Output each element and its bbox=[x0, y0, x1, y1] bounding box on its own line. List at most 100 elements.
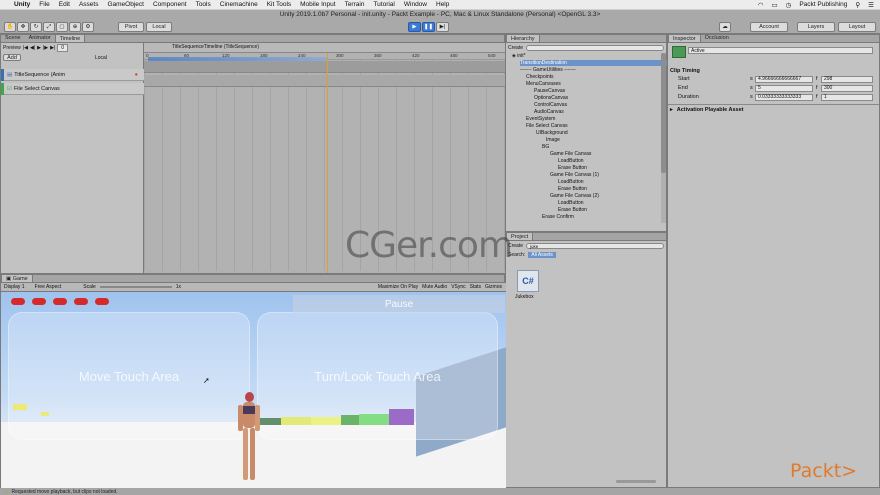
tab-game[interactable]: ▣ Game bbox=[1, 274, 33, 282]
activation-checkbox-icon[interactable]: ☑ bbox=[7, 86, 12, 92]
expand-arrow-icon[interactable]: ▸ bbox=[670, 107, 673, 113]
goto-end-icon[interactable]: ▶| bbox=[50, 45, 55, 51]
scene-root[interactable]: ◈ init* bbox=[512, 53, 526, 59]
hierarchy-item[interactable]: Checkpoints bbox=[526, 74, 554, 80]
clip-track-animation[interactable] bbox=[144, 61, 505, 73]
hierarchy-item[interactable]: ControlCanvas bbox=[534, 102, 567, 108]
menu-gameobject[interactable]: GameObject bbox=[107, 1, 144, 8]
move-tool-icon[interactable]: ✥ bbox=[17, 22, 29, 32]
timeline-play-icon[interactable]: ▶ bbox=[37, 45, 41, 51]
clip-track-activation[interactable] bbox=[144, 75, 505, 87]
scale-tool-icon[interactable]: ⤢ bbox=[43, 22, 55, 32]
menu-terrain[interactable]: Terrain bbox=[345, 1, 365, 8]
mute-audio-toggle[interactable]: Mute Audio bbox=[422, 284, 447, 290]
hierarchy-item[interactable]: Game File Canvas bbox=[550, 151, 591, 157]
user-name[interactable]: Packt Publishing bbox=[799, 1, 847, 8]
collab-icon[interactable]: ☁ bbox=[719, 22, 731, 32]
wifi-icon[interactable]: ◠ bbox=[758, 1, 764, 9]
preview-button[interactable]: Preview bbox=[3, 45, 21, 51]
menu-mobile-input[interactable]: Mobile Input bbox=[300, 1, 335, 8]
hierarchy-item[interactable]: AudioCanvas bbox=[534, 109, 564, 115]
hierarchy-item[interactable]: TransitionDestination bbox=[520, 60, 668, 66]
hierarchy-item[interactable]: Erase Button bbox=[558, 207, 587, 213]
hierarchy-item[interactable]: LoadButton bbox=[558, 179, 584, 185]
hierarchy-item[interactable]: PauseCanvas bbox=[534, 88, 565, 94]
vsync-toggle[interactable]: VSync bbox=[451, 284, 465, 290]
menu-app[interactable]: Unity bbox=[14, 1, 30, 8]
hierarchy-item[interactable]: MenuCanvases bbox=[526, 81, 561, 87]
duration-seconds-field[interactable]: 0.03333333333333 bbox=[755, 93, 813, 101]
hierarchy-item[interactable]: Erase Button bbox=[558, 165, 587, 171]
tab-occlusion[interactable]: Occlusion bbox=[701, 34, 733, 42]
hierarchy-item[interactable]: LoadButton bbox=[558, 200, 584, 206]
step-icon[interactable]: ▶| bbox=[436, 22, 449, 32]
hierarchy-item[interactable]: File Select Canvas bbox=[526, 123, 568, 129]
timeline-ruler[interactable]: TitleSequenceTimeline (TitleSequence) bbox=[144, 43, 505, 53]
tab-hierarchy[interactable]: Hierarchy bbox=[506, 34, 540, 42]
track-row-title-sequence[interactable]: ▤ TitleSequence (Anim ● bbox=[1, 68, 144, 81]
next-frame-icon[interactable]: |▶ bbox=[43, 45, 48, 51]
start-seconds-field[interactable]: 4.96666666666667 bbox=[755, 75, 813, 83]
menu-help[interactable]: Help bbox=[436, 1, 449, 8]
timeline-time-field[interactable]: 0 bbox=[57, 44, 69, 52]
hierarchy-item[interactable]: UIBackground bbox=[536, 130, 568, 136]
scope-all-assets[interactable]: All Assets bbox=[528, 251, 556, 258]
battery-icon[interactable]: ▭ bbox=[772, 1, 778, 9]
hand-tool-icon[interactable]: ✋ bbox=[4, 22, 16, 32]
tab-animator[interactable]: Animator bbox=[25, 34, 55, 42]
hierarchy-item[interactable]: LoadButton bbox=[558, 158, 584, 164]
prev-frame-icon[interactable]: ◀| bbox=[30, 45, 35, 51]
move-touch-area[interactable]: Move Touch Area bbox=[8, 312, 250, 440]
game-viewport[interactable]: Move Touch Area Turn/Look Touch Area Pau… bbox=[1, 292, 506, 489]
pause-icon[interactable]: ❚❚ bbox=[422, 22, 435, 32]
scale-slider[interactable] bbox=[99, 286, 172, 288]
pivot-button[interactable]: Pivot bbox=[118, 22, 144, 32]
hierarchy-item[interactable]: Erase Confirm bbox=[542, 214, 574, 220]
record-icon[interactable]: ● bbox=[135, 72, 138, 78]
status-message[interactable]: Requested move playback, but clips not l… bbox=[11, 489, 117, 495]
tab-scene[interactable]: Scene bbox=[1, 34, 25, 42]
pause-button[interactable]: Pause bbox=[293, 295, 505, 313]
hierarchy-item[interactable]: BG bbox=[542, 144, 549, 150]
project-zoom-slider[interactable] bbox=[616, 480, 656, 483]
clock-icon[interactable]: ◷ bbox=[786, 1, 792, 9]
end-frames-field[interactable]: 300 bbox=[821, 84, 873, 92]
stats-toggle[interactable]: Stats bbox=[470, 284, 481, 290]
csharp-script-icon[interactable]: C# bbox=[517, 270, 539, 292]
hierarchy-item[interactable]: Game File Canvas (1) bbox=[550, 172, 599, 178]
hierarchy-scrollbar[interactable] bbox=[661, 53, 666, 223]
duration-frames-field[interactable]: 1 bbox=[821, 93, 873, 101]
tab-timeline[interactable]: Timeline bbox=[54, 34, 86, 42]
hierarchy-item[interactable]: ------- GameUtilities ------- bbox=[520, 67, 576, 73]
play-icon[interactable]: ▶ bbox=[408, 22, 421, 32]
search-icon[interactable]: ⚲ bbox=[855, 1, 860, 9]
maximize-on-play-toggle[interactable]: Maximize On Play bbox=[378, 284, 418, 290]
local-button[interactable]: Local bbox=[146, 22, 172, 32]
clip-name-field[interactable]: Active bbox=[688, 47, 873, 54]
hierarchy-item[interactable]: Image bbox=[546, 137, 560, 143]
menu-kit-tools[interactable]: Kit Tools bbox=[267, 1, 291, 8]
rotate-tool-icon[interactable]: ↻ bbox=[30, 22, 42, 32]
add-track-button[interactable]: Add bbox=[3, 54, 21, 61]
custom-tool-icon[interactable]: ⚙ bbox=[82, 22, 94, 32]
clip-timing-header[interactable]: Clip Timing bbox=[670, 67, 879, 75]
menu-tools[interactable]: Tools bbox=[196, 1, 211, 8]
menu-list-icon[interactable]: ☰ bbox=[868, 1, 874, 9]
project-search-input[interactable]: juke bbox=[526, 243, 664, 249]
menu-window[interactable]: Window bbox=[404, 1, 427, 8]
tab-inspector[interactable]: Inspector bbox=[668, 34, 701, 42]
account-dropdown[interactable]: Account bbox=[750, 22, 788, 32]
menu-cinemachine[interactable]: Cinemachine bbox=[220, 1, 258, 8]
track-row-file-select[interactable]: ☑ File Select Canvas bbox=[1, 82, 144, 95]
goto-start-icon[interactable]: |◀ bbox=[23, 45, 28, 51]
hierarchy-item[interactable]: OptionsCanvas bbox=[534, 95, 568, 101]
look-touch-area[interactable]: Turn/Look Touch Area bbox=[257, 312, 498, 440]
menu-assets[interactable]: Assets bbox=[79, 1, 99, 8]
layout-dropdown[interactable]: Layout bbox=[838, 22, 876, 32]
aspect-dropdown[interactable]: Free Aspect bbox=[35, 284, 62, 290]
display-dropdown[interactable]: Display 1 bbox=[4, 284, 25, 290]
rect-tool-icon[interactable]: ▢ bbox=[56, 22, 68, 32]
end-seconds-field[interactable]: 5 bbox=[755, 84, 813, 92]
activation-asset-header[interactable]: ▸ Activation Playable Asset bbox=[670, 106, 879, 114]
timeline-playhead[interactable] bbox=[327, 53, 328, 273]
